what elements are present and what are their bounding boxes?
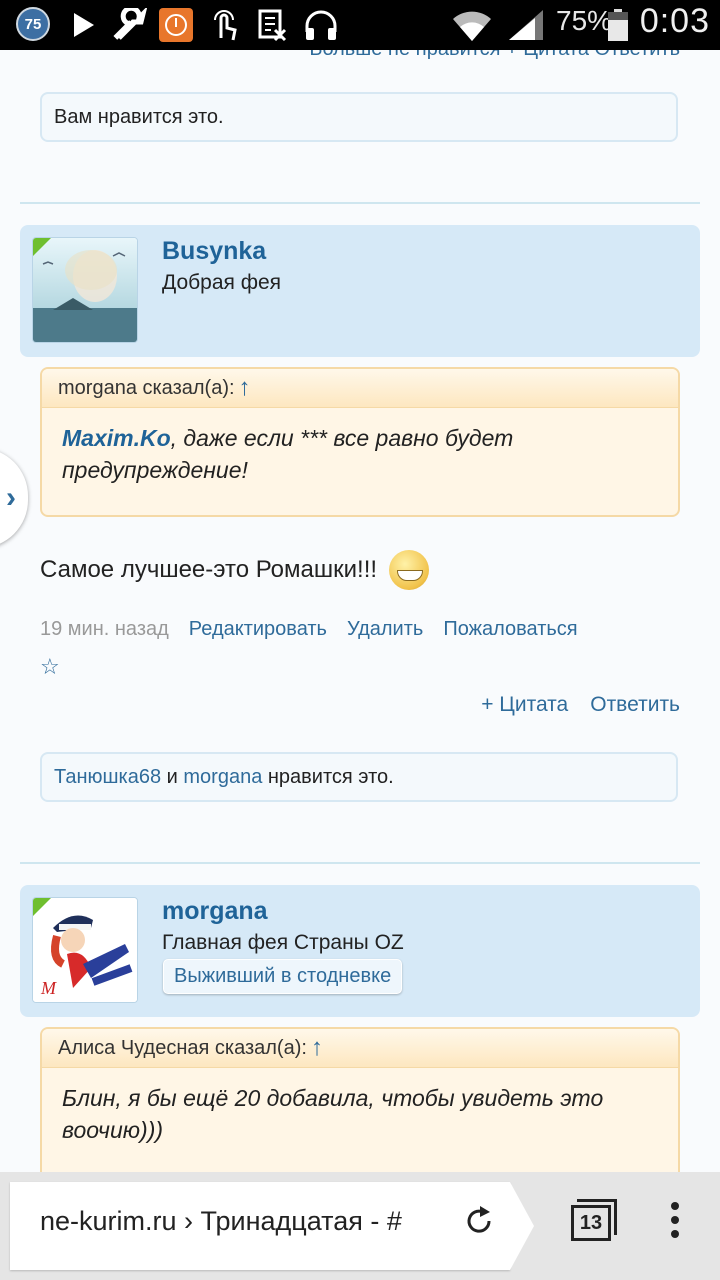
quote-body: Блин, я бы ещё 20 добавила, чтобы увидет… <box>42 1068 678 1160</box>
jump-to-quote-icon[interactable]: ↑ <box>239 374 251 402</box>
likes-summary: Вам нравится это. <box>40 92 678 142</box>
reload-icon[interactable] <box>462 1204 496 1247</box>
tab-switcher-button[interactable]: 13 <box>571 1205 611 1241</box>
status-bar: 75 75% 0:03 <box>0 0 720 50</box>
likes-conjunction: и <box>166 765 178 788</box>
quote-author: morgana сказал(а): <box>58 376 235 399</box>
headphones-icon <box>302 7 340 43</box>
chevron-right-icon: › <box>6 481 16 514</box>
edit-link[interactable]: Редактировать <box>189 618 327 641</box>
user-title: Главная фея Страны OZ <box>162 931 404 954</box>
report-link[interactable]: Пожаловаться <box>443 618 577 641</box>
overflow-menu-icon[interactable] <box>670 1202 680 1238</box>
quote-header: Алиса Чудесная сказал(а): ↑ <box>42 1029 678 1068</box>
side-panel-toggle[interactable]: › <box>0 448 28 548</box>
grin-smiley-icon <box>389 550 430 590</box>
thread-content: Больше не нравится + Цитата Ответить Вам… <box>0 50 720 1172</box>
likes-suffix: нравится это. <box>267 765 394 788</box>
reply-button[interactable]: Ответить <box>590 693 680 717</box>
likes-summary: Танюшка68 и morgana нравится это. <box>40 752 678 802</box>
post-message-text: Самое лучшее-это Ромашки!!! <box>40 556 378 583</box>
online-indicator <box>33 238 53 258</box>
address-bar[interactable]: ne-kurim.ru › Тринадцатая - # <box>10 1182 534 1270</box>
post-message: Самое лучшее-это Ромашки!!! <box>40 550 430 590</box>
quote-button[interactable]: + Цитата <box>481 693 568 717</box>
battery-percent: 75% <box>556 5 613 36</box>
avatar[interactable]: M <box>32 897 138 1003</box>
quote-block: Алиса Чудесная сказал(а): ↑ Блин, я бы е… <box>40 1027 680 1172</box>
clock: 0:03 <box>639 2 710 40</box>
wrench-icon <box>110 7 150 43</box>
signal-icon <box>506 7 546 43</box>
delete-link[interactable]: Удалить <box>347 618 423 641</box>
post-time: 19 мин. назад <box>40 618 169 640</box>
jump-to-quote-icon[interactable]: ↑ <box>311 1034 323 1062</box>
url-text[interactable]: ne-kurim.ru › Тринадцатая - # <box>40 1206 440 1237</box>
liker-link[interactable]: Танюшка68 <box>54 766 161 789</box>
post-author-box: M morgana Главная фея Страны OZ Выживший… <box>20 885 700 1017</box>
user-badge: Выживший в стодневке <box>163 959 403 994</box>
quote-block: morgana сказал(а): ↑ Maxim.Ko, даже если… <box>40 367 680 517</box>
battery-icon <box>606 7 630 43</box>
app-notification-icon <box>158 7 194 43</box>
post-divider <box>20 202 700 204</box>
post-author-box: Busynka Добрая фея <box>20 225 700 357</box>
online-indicator <box>33 898 53 918</box>
likes-text: Вам нравится это. <box>54 105 224 128</box>
sim-blocked-icon <box>256 7 288 43</box>
post-actions: + Цитата Ответить <box>481 693 680 717</box>
play-icon <box>66 7 100 43</box>
browser-toolbar: ne-kurim.ru › Тринадцатая - # 13 <box>0 1172 720 1280</box>
post-meta: 19 мин. назад Редактировать Удалить Пожа… <box>40 618 578 641</box>
wifi-icon <box>450 7 494 43</box>
previous-post-actions[interactable]: Больше не нравится + Цитата Ответить <box>309 50 680 61</box>
post-divider <box>20 862 700 864</box>
liker-link[interactable]: morgana <box>183 766 262 789</box>
svg-text:M: M <box>40 978 57 998</box>
notification-badge-icon: 75 <box>16 7 50 41</box>
touch-icon <box>206 7 242 43</box>
user-title: Добрая фея <box>162 271 282 294</box>
quote-body: Maxim.Ko, даже если *** все равно будет … <box>42 408 678 500</box>
mentioned-user-link[interactable]: Maxim.Ko <box>62 425 171 451</box>
quote-header: morgana сказал(а): ↑ <box>42 369 678 408</box>
bookmark-star-icon[interactable]: ☆ <box>40 654 60 680</box>
username-link[interactable]: morgana <box>162 897 268 926</box>
quote-author: Алиса Чудесная сказал(а): <box>58 1036 307 1059</box>
quote-text: Блин, я бы ещё 20 добавила, чтобы увидет… <box>62 1085 604 1143</box>
username-link[interactable]: Busynka <box>162 237 266 266</box>
avatar[interactable] <box>32 237 138 343</box>
